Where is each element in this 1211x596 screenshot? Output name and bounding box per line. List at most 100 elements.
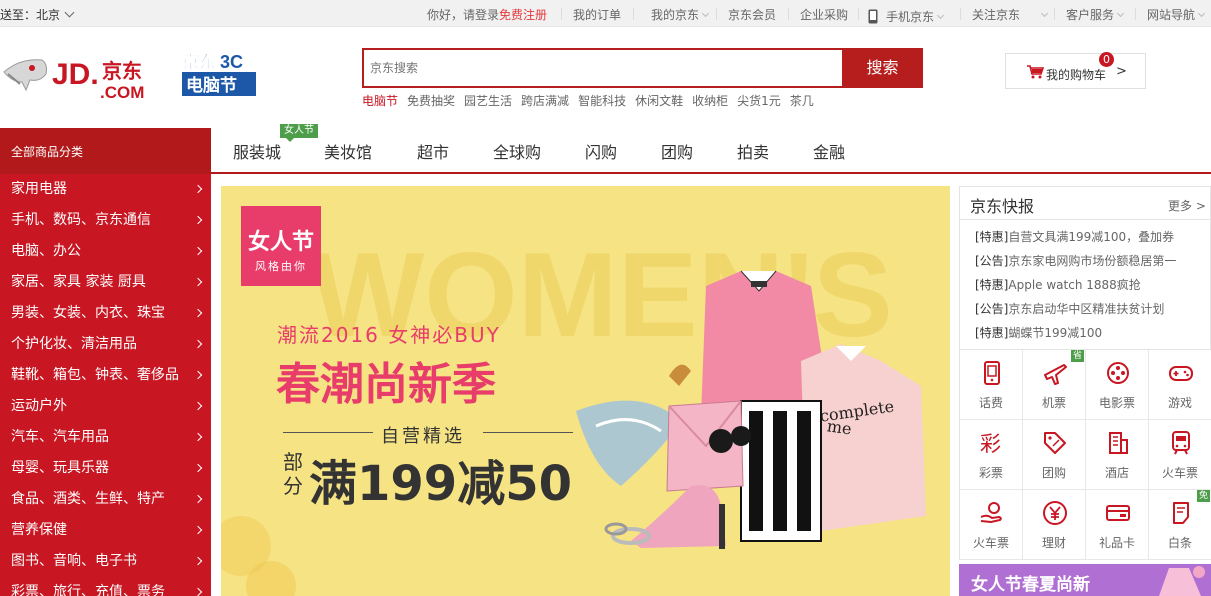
service-group-buy[interactable]: 团购 — [1023, 420, 1086, 490]
category-item[interactable]: 手机、数码、京东通信 — [0, 205, 211, 236]
nav-item-finance[interactable]: 金融 — [813, 139, 845, 163]
service-phone-recharge[interactable]: 话费 — [960, 350, 1023, 420]
service-movie-tickets[interactable]: 电影票 — [1086, 350, 1149, 420]
my-orders-link[interactable]: 我的订单 — [573, 6, 621, 23]
promo-logo-icon: 京东 3C 电脑节 — [180, 48, 258, 98]
hotword-link[interactable]: 智能科技 — [578, 94, 626, 108]
news-item[interactable]: [特惠]自营文具满199减100，叠加券 — [975, 228, 1174, 245]
mobile-jd-link[interactable]: 手机京东 — [868, 6, 945, 25]
ad-dress-illustration — [1159, 566, 1205, 596]
service-lottery[interactable]: 彩 彩票 — [960, 420, 1023, 490]
hotel-icon — [1109, 432, 1128, 454]
location-selector[interactable]: 送至：北京 — [0, 6, 75, 23]
site-nav-link[interactable]: 网站导航 — [1147, 6, 1206, 23]
customer-service-link[interactable]: 客户服务 — [1066, 6, 1125, 23]
side-ad-text: 女人节春夏尚新 — [971, 575, 1090, 595]
hotword-link[interactable]: 茶几 — [790, 94, 814, 108]
category-item[interactable]: 电脑、办公 — [0, 236, 211, 267]
nav-item-beauty[interactable]: 美妆馆 — [324, 139, 372, 163]
chevron-down-icon — [1116, 9, 1125, 18]
side-ad-banner[interactable]: 女人节春夏尚新 — [959, 564, 1211, 596]
chevron-right-icon — [193, 401, 203, 411]
service-baitiao[interactable]: 白条 免 — [1149, 490, 1211, 560]
nav-badge: 女人节 — [280, 124, 318, 142]
nav-item-group-buy[interactable]: 团购 — [661, 139, 693, 163]
category-item[interactable]: 食品、酒类、生鲜、特产 — [0, 484, 211, 515]
svg-text:彩: 彩 — [980, 432, 1001, 456]
my-jd-link[interactable]: 我的京东 — [651, 6, 710, 23]
category-item[interactable]: 个护化妆、清洁用品 — [0, 329, 211, 360]
svg-text:.COM: .COM — [100, 83, 144, 102]
chevron-right-icon — [193, 215, 203, 225]
category-item[interactable]: 母婴、玩具乐器 — [0, 453, 211, 484]
news-more-link[interactable]: 更多 > — [1168, 197, 1206, 214]
category-item[interactable]: 运动户外 — [0, 391, 211, 422]
note-icon — [1173, 502, 1189, 524]
service-gift-card[interactable]: 礼品卡 — [1086, 490, 1149, 560]
chevron-right-icon — [193, 432, 203, 442]
category-item[interactable]: 家居、家具 家装 厨具 — [0, 267, 211, 298]
jd-dog-logo-icon: JD. 京东 .COM — [3, 58, 144, 102]
enterprise-link[interactable]: 企业采购 — [800, 6, 848, 23]
hotwords-bar: 电脑节 免费抽奖 园艺生活 跨店满减 智能科技 休闲文鞋 收纳柜 尖货1元 茶几 — [362, 92, 823, 109]
search-button[interactable]: 搜索 — [842, 48, 923, 88]
category-item[interactable]: 家用电器 — [0, 174, 211, 205]
news-item[interactable]: [公告]京东家电网购市场份额稳居第一 — [975, 252, 1176, 269]
hotword-link[interactable]: 跨店满减 — [521, 94, 569, 108]
svg-text:JD.: JD. — [52, 58, 99, 91]
train-icon — [1172, 431, 1190, 455]
nav-item-flash[interactable]: 闪购 — [585, 139, 617, 163]
news-item[interactable]: [特惠]蝴蝶节199减100 — [975, 324, 1102, 341]
cart-button[interactable]: 我的购物车 > 0 — [1005, 52, 1146, 89]
service-finance[interactable]: 理财 — [1023, 490, 1086, 560]
plane-icon — [1044, 364, 1067, 385]
chevron-down-icon — [701, 9, 710, 18]
brand-subtitle: 风格由你 — [255, 260, 307, 273]
service-train-tickets[interactable]: 火车票 — [1149, 420, 1211, 490]
shopping-cart-icon — [1027, 65, 1044, 79]
service-games[interactable]: 游戏 — [1149, 350, 1211, 420]
news-item[interactable]: [特惠]Apple watch 1888疯抢 — [975, 276, 1141, 293]
chevron-right-icon — [193, 308, 203, 318]
chevron-right-icon: > — [1116, 64, 1127, 79]
jd-member-link[interactable]: 京东会员 — [728, 6, 776, 23]
nav-item-supermarket[interactable]: 超市 — [417, 139, 449, 163]
chevron-right-icon — [193, 184, 203, 194]
service-hotel[interactable]: 酒店 — [1086, 420, 1149, 490]
all-categories-header[interactable]: 全部商品分类 — [0, 128, 211, 174]
hotword-link[interactable]: 电脑节 — [362, 94, 398, 108]
login-greeting[interactable]: 你好，请登录免费注册 — [427, 6, 547, 23]
hero-banner[interactable]: WOMEN'S complete me 女人节 风格由你 潮流2016 女神必B… — [221, 186, 950, 596]
chevron-right-icon — [193, 494, 203, 504]
category-item[interactable]: 男装、女装、内衣、珠宝 — [0, 298, 211, 329]
news-item[interactable]: [公告]京东启动华中区精准扶贫计划 — [975, 300, 1164, 317]
hotword-link[interactable]: 尖货1元 — [737, 94, 781, 108]
chevron-right-icon — [193, 246, 203, 256]
services-grid: 话费 机票 省 电影票 游戏 彩 彩票 团购 酒店 火车票 火车票 理财 礼品卡 — [959, 350, 1211, 560]
computer-festival-logo[interactable]: 京东 3C 电脑节 — [180, 48, 258, 98]
hotword-link[interactable]: 收纳柜 — [692, 94, 728, 108]
service-flights[interactable]: 机票 省 — [1023, 350, 1086, 420]
chevron-right-icon — [193, 277, 203, 287]
hotword-link[interactable]: 休闲文鞋 — [635, 94, 683, 108]
nav-item-global[interactable]: 全球购 — [493, 139, 541, 163]
category-item[interactable]: 营养保健 — [0, 515, 211, 546]
mobile-phone-icon — [868, 9, 878, 24]
hotword-link[interactable]: 园艺生活 — [464, 94, 512, 108]
jd-logo[interactable]: JD. 京东 .COM — [2, 44, 164, 104]
tag-icon — [1044, 432, 1066, 454]
hotword-link[interactable]: 免费抽奖 — [407, 94, 455, 108]
banner-partial: 部分 — [283, 450, 303, 498]
giftcard-icon — [1106, 505, 1130, 521]
brand-badge: 女人节 风格由你 — [241, 206, 321, 286]
nav-item-clothing[interactable]: 服装城 — [233, 139, 281, 163]
service-train-tickets-2[interactable]: 火车票 — [960, 490, 1023, 560]
category-item[interactable]: 彩票、旅行、充值、票务 — [0, 577, 211, 596]
category-item[interactable]: 鞋靴、箱包、钟表、奢侈品 — [0, 360, 211, 391]
follow-jd-link[interactable]: 关注京东 — [972, 6, 1049, 23]
category-item[interactable]: 汽车、汽车用品 — [0, 422, 211, 453]
category-item[interactable]: 图书、音响、电子书 — [0, 546, 211, 577]
nav-item-auction[interactable]: 拍卖 — [737, 139, 769, 163]
search-input[interactable] — [364, 50, 842, 86]
register-link[interactable]: 免费注册 — [499, 8, 547, 22]
